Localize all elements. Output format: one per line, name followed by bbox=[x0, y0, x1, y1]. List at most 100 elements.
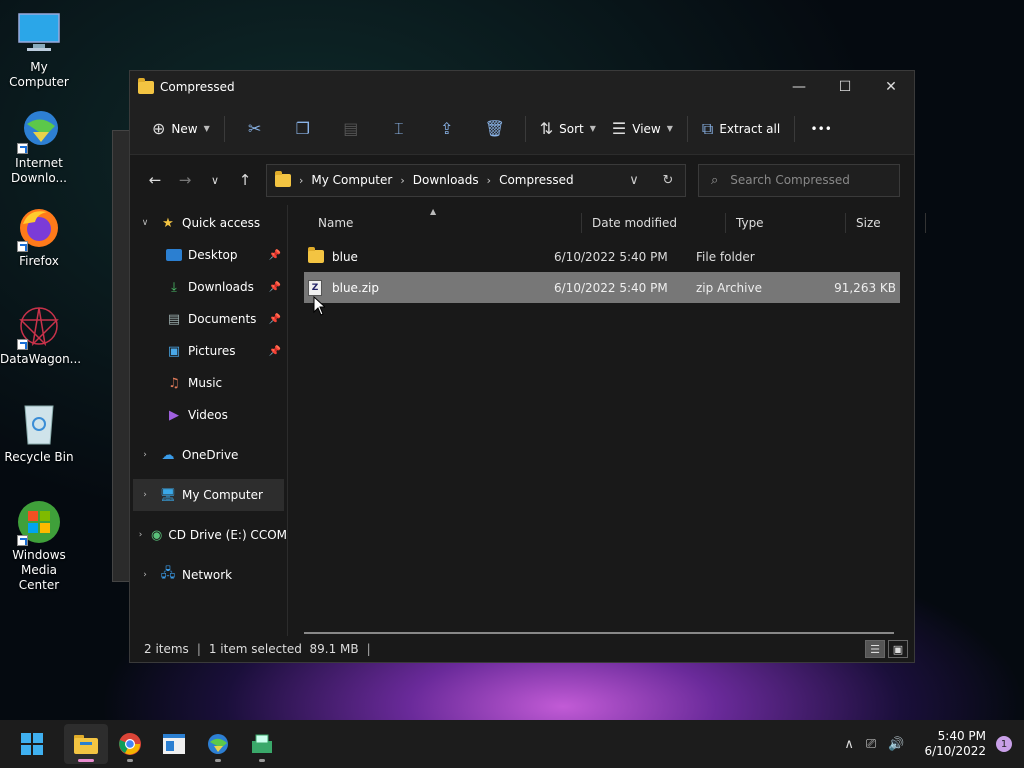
share-button[interactable]: ⇪ bbox=[423, 111, 471, 147]
nav-label: OneDrive bbox=[182, 448, 239, 462]
item-count: 2 items bbox=[144, 642, 189, 656]
desktop-icon-recycle-bin[interactable]: Recycle Bin bbox=[0, 400, 78, 465]
desktop-icon-wmc[interactable]: Windows Media Center bbox=[0, 498, 78, 593]
view-button[interactable]: ☰ View ▼ bbox=[604, 111, 681, 147]
desktop-icon-my-computer[interactable]: My Computer bbox=[0, 10, 78, 90]
column-name[interactable]: Name bbox=[308, 213, 582, 233]
selection-info: 1 item selected 89.1 MB bbox=[208, 642, 359, 656]
nav-documents[interactable]: ▤ Documents 📌 bbox=[130, 303, 287, 335]
start-button[interactable] bbox=[10, 724, 54, 764]
separator bbox=[686, 115, 688, 142]
chrome-icon bbox=[119, 733, 141, 755]
file-name: blue.zip bbox=[332, 280, 380, 295]
nav-label: My Computer bbox=[182, 488, 263, 502]
more-icon: ••• bbox=[810, 121, 832, 136]
pin-icon: 📌 bbox=[268, 249, 281, 261]
minimize-button[interactable]: — bbox=[776, 71, 822, 103]
folder-icon bbox=[275, 170, 291, 187]
nav-downloads[interactable]: ⤓ Downloads 📌 bbox=[130, 271, 287, 303]
paste-button[interactable]: ▤ bbox=[327, 111, 375, 147]
address-dropdown-button[interactable]: ∨ bbox=[617, 173, 651, 188]
new-button[interactable]: ⊕ New ▼ bbox=[144, 111, 218, 147]
nav-cd-drive[interactable]: › ◉ CD Drive (E:) CCOM bbox=[130, 519, 287, 551]
nav-network[interactable]: › 🖧 Network bbox=[130, 559, 287, 591]
taskbar-cd-app[interactable] bbox=[240, 724, 284, 764]
desktop-icon bbox=[166, 249, 182, 261]
horizontal-scrollbar[interactable] bbox=[304, 632, 894, 634]
copy-button[interactable]: ❐ bbox=[279, 111, 327, 147]
breadcrumb-compressed[interactable]: Compressed bbox=[499, 173, 574, 187]
close-button[interactable]: ✕ bbox=[868, 71, 914, 103]
arrow-right-icon: → bbox=[178, 171, 192, 189]
scissors-icon: ✂ bbox=[248, 119, 262, 138]
file-row-blue[interactable]: blue 6/10/2022 5:40 PM File folder bbox=[304, 241, 900, 272]
search-input[interactable]: ⌕ Search Compressed bbox=[698, 163, 900, 197]
arrow-up-icon: ↑ bbox=[238, 171, 252, 189]
taskbar-idm[interactable] bbox=[196, 724, 240, 764]
show-hidden-icons-button[interactable]: ∧ bbox=[844, 737, 854, 752]
nav-label: Desktop bbox=[188, 248, 238, 262]
firefox-icon bbox=[15, 204, 63, 252]
column-type[interactable]: Type bbox=[726, 213, 846, 233]
trash-icon: 🗑 bbox=[484, 119, 505, 138]
wmc-icon bbox=[15, 498, 63, 546]
nav-label: Pictures bbox=[188, 344, 236, 358]
desktop-icon-datawagon[interactable]: DataWagon... bbox=[0, 302, 81, 367]
breadcrumb-downloads[interactable]: Downloads bbox=[413, 173, 479, 187]
refresh-button[interactable]: ↻ bbox=[651, 173, 685, 188]
back-button[interactable]: ← bbox=[140, 165, 170, 195]
notification-badge[interactable]: 1 bbox=[996, 736, 1012, 752]
recent-locations-button[interactable]: ∨ bbox=[200, 165, 230, 195]
extract-all-button[interactable]: ⧉ Extract all bbox=[694, 111, 788, 147]
breadcrumb-my-computer[interactable]: My Computer bbox=[311, 173, 392, 187]
address-bar[interactable]: › My Computer › Downloads › Compressed ∨… bbox=[266, 163, 686, 197]
desktop-icon-firefox[interactable]: Firefox bbox=[0, 204, 78, 269]
nav-label: Network bbox=[182, 568, 233, 582]
file-row-blue-zip[interactable]: Z blue.zip 6/10/2022 5:40 PM zip Archive… bbox=[304, 272, 900, 303]
nav-pictures[interactable]: ▣ Pictures 📌 bbox=[130, 335, 287, 367]
window-title: Compressed bbox=[160, 80, 235, 94]
volume-icon[interactable]: 🔊 bbox=[888, 737, 904, 752]
document-icon: ▤ bbox=[167, 311, 181, 327]
column-size[interactable]: Size bbox=[846, 213, 926, 233]
network-icon: 🖧 bbox=[160, 566, 176, 581]
clock[interactable]: 5:40 PM 6/10/2022 bbox=[924, 729, 986, 759]
share-icon: ⇪ bbox=[440, 119, 454, 138]
network-status-icon[interactable]: ⎚ bbox=[866, 737, 876, 752]
cloud-icon: ☁ bbox=[161, 447, 175, 463]
taskbar: ∧ ⎚ 🔊 5:40 PM 6/10/2022 1 bbox=[0, 720, 1024, 768]
nav-label: CD Drive (E:) CCOM bbox=[168, 528, 287, 542]
up-button[interactable]: ↑ bbox=[230, 165, 260, 195]
forward-button[interactable]: → bbox=[170, 165, 200, 195]
nav-videos[interactable]: ▶ Videos bbox=[130, 399, 287, 431]
nav-label: Music bbox=[188, 376, 223, 390]
rename-button[interactable]: ⌶ bbox=[375, 111, 423, 147]
maximize-button[interactable]: ☐ bbox=[822, 71, 868, 103]
nav-my-computer[interactable]: › 🖥 My Computer bbox=[133, 479, 284, 511]
desktop-icon-idm[interactable]: Internet Downlo... bbox=[0, 106, 78, 186]
taskbar-file-explorer[interactable] bbox=[64, 724, 108, 764]
chevron-down-icon: ▼ bbox=[203, 124, 210, 133]
delete-button[interactable]: 🗑 bbox=[471, 111, 519, 147]
details-view-button[interactable]: ☰ bbox=[865, 640, 885, 658]
taskbar-chrome[interactable] bbox=[108, 724, 152, 764]
desktop-icon-label: Firefox bbox=[19, 254, 59, 268]
paste-icon: ▤ bbox=[343, 119, 359, 138]
sort-button[interactable]: ⇅ Sort ▼ bbox=[532, 111, 604, 147]
more-options-button[interactable]: ••• bbox=[801, 111, 841, 147]
drive-app-icon bbox=[252, 734, 272, 753]
nav-quick-access[interactable]: ∨ ★ Quick access bbox=[130, 207, 287, 239]
nav-desktop[interactable]: Desktop 📌 bbox=[130, 239, 287, 271]
title-bar[interactable]: Compressed — ☐ ✕ bbox=[130, 71, 914, 103]
desktop-icon-label: Windows Media Center bbox=[12, 548, 66, 592]
chevron-down-icon: ∨ bbox=[210, 173, 220, 187]
chevron-right-icon: › bbox=[299, 173, 304, 187]
large-icons-view-button[interactable]: ▣ bbox=[888, 640, 908, 658]
nav-onedrive[interactable]: › ☁ OneDrive bbox=[130, 439, 287, 471]
taskbar-window-app[interactable] bbox=[152, 724, 196, 764]
cut-button[interactable]: ✂ bbox=[231, 111, 279, 147]
nav-music[interactable]: ♫ Music bbox=[130, 367, 287, 399]
file-name: blue bbox=[332, 249, 358, 264]
monitor-icon bbox=[15, 10, 63, 58]
column-date-modified[interactable]: Date modified bbox=[582, 213, 726, 233]
